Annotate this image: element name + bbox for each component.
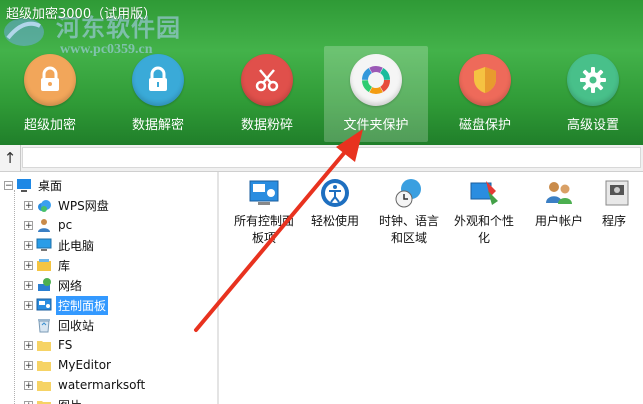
content-item-line1: 外观和个性 <box>453 214 514 228</box>
navigation-bar: ↑ <box>0 145 643 172</box>
tree-label: MyEditor <box>58 358 111 372</box>
tree-item-desktop[interactable]: − 桌面 <box>4 175 64 195</box>
toolbar-label: 文件夹保护 <box>343 118 409 133</box>
up-button[interactable]: ↑ <box>0 145 21 171</box>
expand-icon[interactable]: + <box>24 240 33 250</box>
tree-item-this-pc[interactable]: + 此电脑 <box>24 235 96 255</box>
computer-icon <box>36 238 52 251</box>
tree-label: 网络 <box>58 278 83 293</box>
toolbar-label: 数据粉碎 <box>240 118 293 133</box>
content-item-line1: 轻松使用 <box>310 214 359 228</box>
content-pane: 所有控制面 板项 轻松使用 时钟、语言 和区域 外观和个性 化 用户帐户 程序 <box>220 172 643 404</box>
content-item-line2: 和区域 <box>390 231 427 245</box>
tree-label: 回收站 <box>58 318 95 333</box>
control-panel-icon <box>249 180 279 205</box>
expand-icon[interactable]: + <box>24 380 33 390</box>
content-item-appearance[interactable]: 外观和个性 化 <box>444 177 524 247</box>
tree-label: 图片 <box>56 396 84 404</box>
tree-item-control-panel[interactable]: + 控制面板 <box>24 295 109 315</box>
tree-item-folder-watermarksoft[interactable]: + watermarksoft <box>24 375 147 395</box>
toolbar-label: 超级加密 <box>23 118 76 133</box>
content-item-line1: 所有控制面 <box>233 214 294 228</box>
content-item-line1: 时钟、语言 <box>378 214 439 228</box>
tree-item-folder-myeditor[interactable]: + MyEditor <box>24 355 113 375</box>
tree-item-library[interactable]: + 库 <box>24 255 72 275</box>
tree-label: pc <box>58 218 73 232</box>
folder-icon <box>37 361 51 371</box>
cloud-icon <box>38 200 51 212</box>
toolbar-button-folder-protect[interactable]: 文件夹保护 <box>324 46 428 142</box>
tree-label: 桌面 <box>38 178 63 193</box>
content-item-user-accounts[interactable]: 用户帐户 <box>519 177 599 230</box>
gear-icon <box>567 54 619 106</box>
expand-icon[interactable]: + <box>24 400 33 404</box>
top-toolbar-area: 河东软件园 www.pc0359.cn 超级加密3000（试用版） 超级加密 数… <box>0 0 643 145</box>
network-icon <box>38 278 51 291</box>
folder-protect-icon <box>350 54 402 106</box>
library-icon <box>37 259 51 271</box>
path-input[interactable] <box>22 147 641 168</box>
tree-item-recycle-bin[interactable]: 回收站 <box>24 315 96 335</box>
toolbar-button-shred[interactable]: 数据粉碎 <box>217 46 317 142</box>
folder-tree[interactable]: − 桌面 + WPS网盘 + pc + 此电脑 + 库 + 网络 + 控制面板 … <box>0 172 219 404</box>
content-item-clock-language-region[interactable]: 时钟、语言 和区域 <box>369 177 449 247</box>
tree-label: watermarksoft <box>58 378 146 392</box>
user-icon <box>38 219 50 232</box>
expand-icon[interactable]: + <box>24 340 33 350</box>
desktop-icon <box>17 179 31 192</box>
ease-of-access-icon <box>321 179 349 207</box>
programs-icon <box>605 180 629 206</box>
clock-globe-icon <box>395 179 421 208</box>
content-item-line2: 板项 <box>251 231 276 245</box>
tree-item-folder-fs[interactable]: + FS <box>24 335 74 355</box>
tree-item-wps-cloud[interactable]: + WPS网盘 <box>24 195 111 215</box>
toolbar-button-settings[interactable]: 高级设置 <box>543 46 643 142</box>
content-item-line2: 化 <box>477 231 490 245</box>
tree-label: 控制面板 <box>56 295 109 315</box>
toolbar-button-decrypt[interactable]: 数据解密 <box>108 46 208 142</box>
toolbar-button-disk-protect[interactable]: 磁盘保护 <box>435 46 535 142</box>
tree-label: 此电脑 <box>58 238 95 253</box>
tree-label: WPS网盘 <box>58 198 109 213</box>
tree-item-folder-pictures[interactable]: + 图片 <box>24 395 84 404</box>
tree-item-user[interactable]: + pc <box>24 215 74 235</box>
tree-label: 库 <box>58 258 71 273</box>
content-item-line1: 用户帐户 <box>534 214 583 228</box>
lock-icon <box>24 54 76 106</box>
expand-icon[interactable]: + <box>24 300 33 310</box>
toolbar-label: 高级设置 <box>566 118 619 133</box>
content-item-all-control-panel-items[interactable]: 所有控制面 板项 <box>224 177 304 247</box>
folder-icon <box>37 341 51 351</box>
folder-icon <box>37 401 51 404</box>
content-item-programs[interactable]: 程序 <box>596 177 643 230</box>
scissors-icon <box>241 54 293 106</box>
collapse-icon[interactable]: − <box>4 180 13 190</box>
unlock-icon <box>132 54 184 106</box>
expand-icon[interactable]: + <box>24 200 33 210</box>
expand-icon[interactable]: + <box>24 280 33 290</box>
toolbar-button-encrypt[interactable]: 超级加密 <box>0 46 100 142</box>
folder-icon <box>37 381 51 391</box>
toolbar-label: 磁盘保护 <box>458 118 511 133</box>
window-title: 超级加密3000（试用版） <box>6 7 157 22</box>
content-item-line1: 程序 <box>602 214 627 228</box>
recycle-bin-icon <box>38 319 50 333</box>
expand-icon[interactable]: + <box>24 260 33 270</box>
tree-item-network[interactable]: + 网络 <box>24 275 84 295</box>
toolbar-label: 数据解密 <box>131 118 184 133</box>
expand-icon[interactable]: + <box>24 220 33 230</box>
tree-label: FS <box>58 338 73 352</box>
users-icon <box>546 182 572 204</box>
expand-icon[interactable]: + <box>24 360 33 370</box>
shield-icon <box>459 54 511 106</box>
appearance-icon <box>470 181 498 205</box>
control-panel-icon <box>36 298 52 311</box>
content-item-ease-of-access[interactable]: 轻松使用 <box>295 177 375 230</box>
